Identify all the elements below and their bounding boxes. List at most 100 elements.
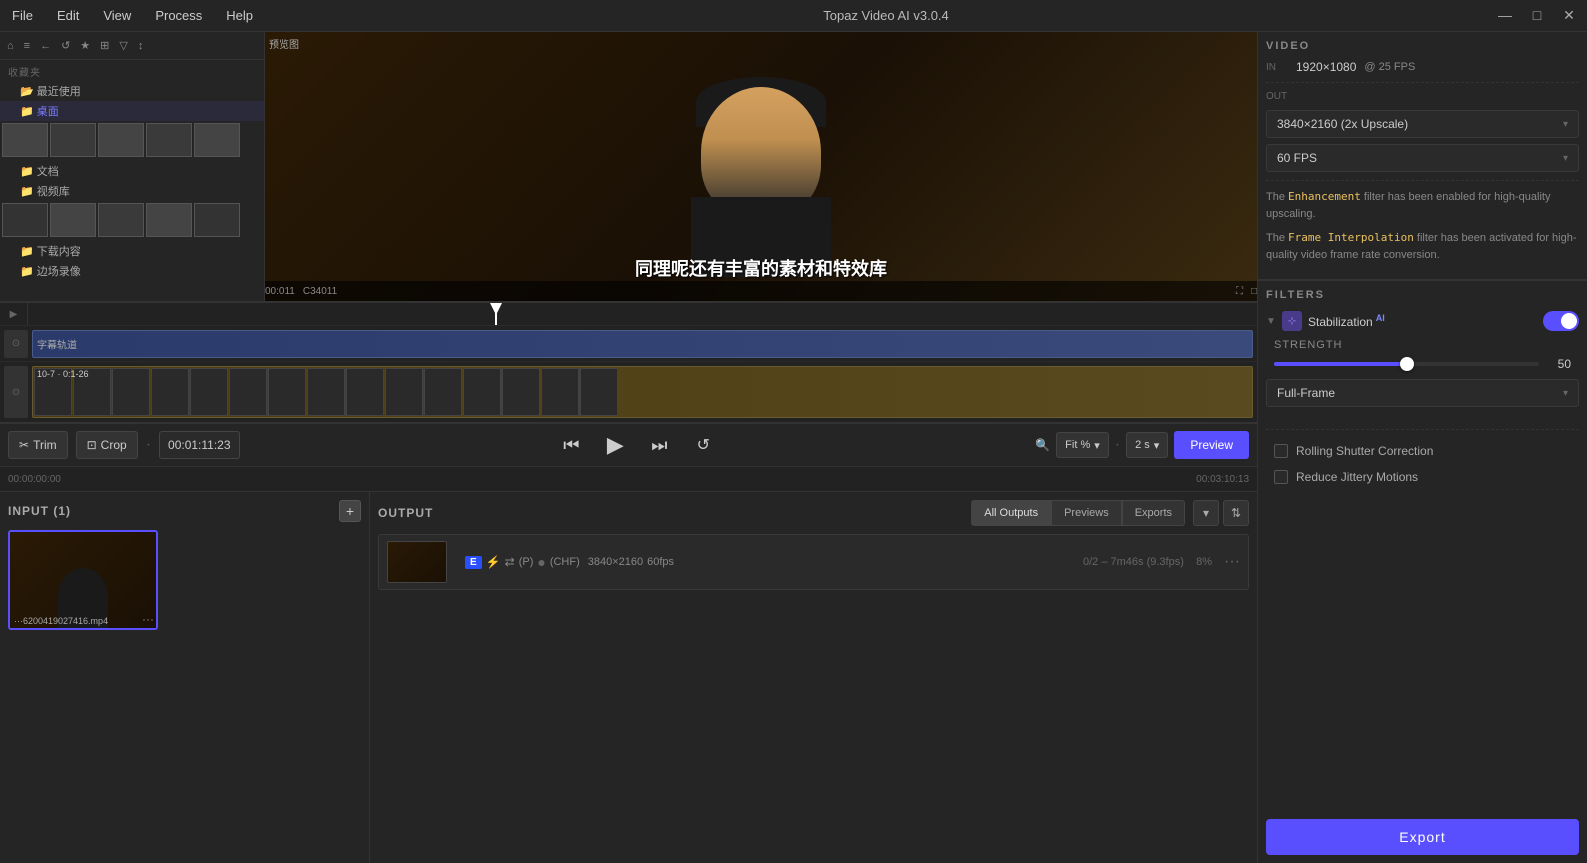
file-tree: 收藏夹 📂 最近使用 📁 桌面 📁 文档 📁 [0, 60, 264, 301]
main-toolbar: ✂ Trim ⊡ Crop · 00:01:11:23 ⏮ ▶ ⏭ ↺ 🔍 Fi… [0, 423, 1257, 467]
menu-edit[interactable]: Edit [53, 6, 83, 25]
preview-top-label: 预览图 [269, 36, 299, 51]
crop-button[interactable]: ⊡ Crop [76, 431, 138, 459]
tree-item-videos[interactable]: 📁 视频库 [0, 181, 264, 201]
fb-icon-back[interactable]: ← [37, 38, 54, 54]
add-input-button[interactable]: + [339, 500, 361, 522]
stabilization-name: StabilizationAI [1308, 313, 1543, 329]
strength-slider[interactable] [1274, 362, 1539, 366]
tree-item-recordings[interactable]: 📁 边场录像 [0, 261, 264, 281]
thumb-10[interactable] [194, 203, 240, 237]
preview-timecode-right: C34011 [303, 286, 337, 297]
fb-icon-sort[interactable]: ↕ [135, 38, 147, 54]
tree-item-downloads[interactable]: 📁 下载内容 [0, 241, 264, 261]
output-tab-group: All Outputs Previews Exports [971, 500, 1185, 526]
stabilization-toggle[interactable] [1543, 311, 1579, 331]
filters-section: FILTERS ▼ ⊹ StabilizationAI STRENGTH [1258, 280, 1587, 498]
preview-button[interactable]: Preview [1174, 431, 1249, 459]
output-fps-dropdown[interactable]: 60 FPS ▾ [1266, 144, 1579, 172]
frame-15 [580, 368, 618, 416]
video-frames [33, 367, 1252, 417]
tab-previews[interactable]: Previews [1051, 500, 1122, 526]
tree-item-desktop[interactable]: 📁 桌面 [0, 101, 264, 121]
close-button[interactable]: ✕ [1559, 7, 1579, 24]
input-thumbnail[interactable]: ···6200419027416.mp4 ··· [8, 530, 158, 630]
menu-help[interactable]: Help [222, 6, 257, 25]
output-menu-button[interactable]: ··· [1224, 553, 1240, 571]
strength-section: STRENGTH 50 [1266, 339, 1579, 379]
strength-row: 50 [1274, 357, 1571, 371]
output-reorder-btn[interactable]: ⇅ [1223, 500, 1249, 526]
interval-label: 2 s [1135, 439, 1150, 451]
output-badge-lightning[interactable]: ⚡ [486, 555, 501, 569]
export-button[interactable]: Export [1266, 819, 1579, 855]
thumb-6[interactable] [2, 203, 48, 237]
skip-back-button[interactable]: ⏮ [555, 429, 587, 461]
output-resolution-dropdown[interactable]: 3840×2160 (2x Upscale) ▾ [1266, 110, 1579, 138]
frame-mode-dropdown[interactable]: Full-Frame ▾ [1266, 379, 1579, 407]
tab-all-outputs[interactable]: All Outputs [971, 500, 1051, 526]
output-settings-btn[interactable]: ▾ [1193, 500, 1219, 526]
track-settings-btn[interactable]: ⊙ [4, 366, 28, 418]
output-badge-swap[interactable]: ⇄ [505, 555, 515, 569]
tab-exports[interactable]: Exports [1122, 500, 1185, 526]
preview-area: 预览图 同理呢还有丰富的素材和特效库 00:011 C34011 ⛶ □ [265, 32, 1257, 301]
loop-button[interactable]: ↺ [687, 429, 719, 461]
fb-icon-star[interactable]: ★ [77, 37, 93, 54]
timeline-ruler[interactable] [28, 303, 1257, 325]
video-clip[interactable]: 10-7 · 0:1-26 [32, 366, 1253, 418]
strength-thumb[interactable] [1400, 357, 1414, 371]
play-button[interactable]: ▶ [599, 429, 631, 461]
zoom-label: Fit % [1065, 439, 1090, 451]
subtitle-clip[interactable]: 字幕轨道 [32, 330, 1253, 358]
menu-view[interactable]: View [99, 6, 135, 25]
output-badges: E ⚡ ⇄ (P) ● (CHF) [465, 554, 580, 570]
fb-icon-refresh[interactable]: ↺ [58, 37, 73, 54]
thumb-8[interactable] [98, 203, 144, 237]
toolbar-separator-1: · [146, 436, 151, 454]
fb-icon-grid[interactable]: ⊞ [97, 37, 112, 54]
zoom-dropdown[interactable]: Fit % ▾ [1056, 432, 1109, 458]
tree-item-documents[interactable]: 📁 文档 [0, 161, 264, 181]
thumb-9[interactable] [146, 203, 192, 237]
trim-button[interactable]: ✂ Trim [8, 431, 68, 459]
stabilization-chevron-icon[interactable]: ▼ [1266, 316, 1282, 327]
tree-item-recent[interactable]: 📂 最近使用 [0, 81, 264, 101]
skip-forward-button[interactable]: ⏭ [643, 429, 675, 461]
tree-item-favorites[interactable]: 收藏夹 [0, 62, 264, 81]
track-lock-btn[interactable]: ⊙ [4, 330, 28, 358]
thumb-7[interactable] [50, 203, 96, 237]
fb-icon-filter[interactable]: ▽ [116, 37, 130, 54]
rolling-shutter-label: Rolling Shutter Correction [1296, 444, 1433, 458]
minimize-button[interactable]: — [1495, 7, 1515, 24]
interval-dropdown[interactable]: 2 s ▾ [1126, 432, 1168, 458]
thumb-3[interactable] [98, 123, 144, 157]
menu-bar: File Edit View Process Help [8, 6, 257, 25]
timeline-tracks: ⊙ 字幕轨道 ⊙ [0, 326, 1257, 423]
thumb-5[interactable] [194, 123, 240, 157]
input-more-icon[interactable]: ··· [142, 612, 154, 626]
reduce-jittery-checkbox[interactable] [1274, 470, 1288, 484]
playhead[interactable] [495, 303, 497, 325]
stabilization-ai-badge: AI [1376, 313, 1385, 323]
thumb-2[interactable] [50, 123, 96, 157]
output-resolution-value: 3840×2160 (2x Upscale) [1277, 117, 1408, 131]
menu-process[interactable]: Process [151, 6, 206, 25]
output-tag-chf: (CHF) [550, 556, 580, 568]
thumb-4[interactable] [146, 123, 192, 157]
fb-icon-home[interactable]: ⌂ [4, 38, 17, 54]
timeline-expand-btn[interactable]: ▶ [0, 303, 28, 325]
output-percent: 8% [1196, 556, 1212, 568]
divider-3 [1266, 429, 1579, 430]
thumb-1[interactable] [2, 123, 48, 157]
file-browser-toolbar: ⌂ ≡ ← ↺ ★ ⊞ ▽ ↕ [0, 32, 264, 60]
enhancement-keyword: Enhancement [1288, 190, 1361, 203]
frame-mode-arrow-icon: ▾ [1563, 388, 1568, 399]
menu-file[interactable]: File [8, 6, 37, 25]
preview-fullscreen-btn[interactable]: ⛶ [1236, 286, 1243, 297]
maximize-button[interactable]: □ [1527, 7, 1547, 24]
reduce-jittery-label: Reduce Jittery Motions [1296, 470, 1418, 484]
rolling-shutter-checkbox[interactable] [1274, 444, 1288, 458]
fb-icon-list[interactable]: ≡ [21, 38, 33, 54]
output-res-row: OUT [1266, 91, 1579, 102]
